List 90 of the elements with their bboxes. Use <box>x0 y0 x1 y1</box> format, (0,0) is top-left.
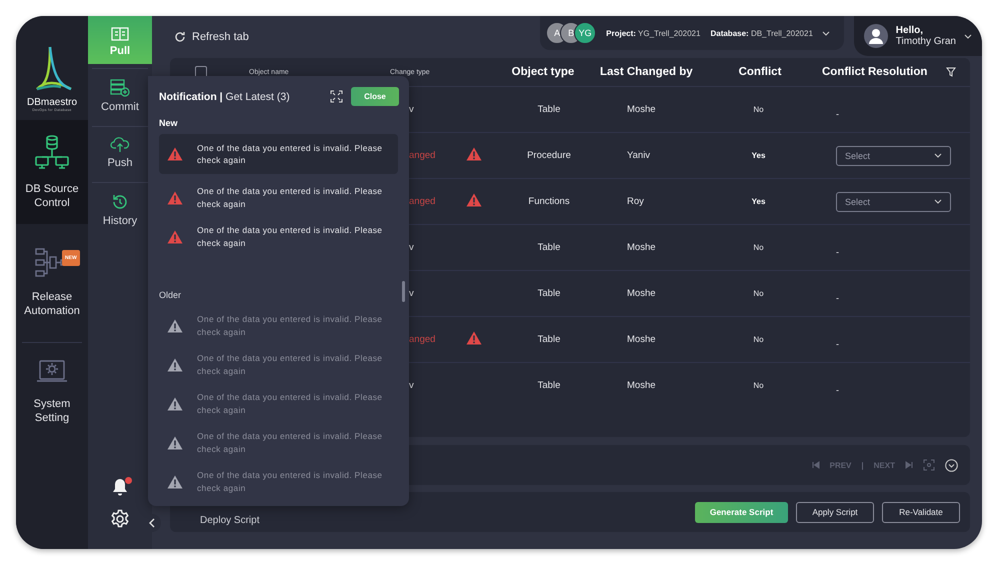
table-cell-text: No <box>752 335 765 344</box>
notification-bell-icon[interactable] <box>110 477 130 497</box>
table-cell-text: Moshe <box>626 242 657 253</box>
chevron-down-icon <box>822 30 830 36</box>
section-heading: Older <box>158 289 182 302</box>
table-cell-text: Table <box>536 380 562 391</box>
warning-icon <box>167 396 183 410</box>
sidebar-item[interactable]: DB Source Control <box>16 120 88 224</box>
table-cell-text: Table <box>536 242 562 253</box>
database-dropdown[interactable]: Database: DB_Trell_202021 <box>710 28 830 38</box>
table-cell-text: v <box>409 104 415 115</box>
split-panel-icon <box>111 27 129 41</box>
warning-icon <box>167 474 183 488</box>
first-page-icon[interactable] <box>812 461 820 469</box>
chevron-down-icon <box>934 153 942 158</box>
table-cell-text: No <box>752 289 765 298</box>
user-menu[interactable]: Hello, Timothy Gran <box>854 16 982 56</box>
table-cell-text: anged <box>409 150 436 161</box>
table-cell-text: v <box>409 242 415 253</box>
column-header: Object type <box>510 66 576 78</box>
table-cell-text: No <box>752 243 765 252</box>
warning-icon <box>167 147 183 161</box>
section-heading: New <box>158 117 179 130</box>
settings-icon[interactable] <box>110 509 130 529</box>
notification-item[interactable]: One of the data you entered is invalid. Please check again <box>159 134 398 174</box>
last-page-icon[interactable] <box>905 461 913 469</box>
table-cell-text: - <box>836 292 839 302</box>
table-cell-text: Table <box>536 334 562 345</box>
notification-item[interactable]: One of the data you entered is invalid. Please check again <box>159 462 398 501</box>
sidebar-item[interactable]: System Setting <box>22 342 82 439</box>
notification-item[interactable]: One of the data you entered is invalid. Please check again <box>159 178 398 217</box>
table-cell-text: v <box>409 288 415 299</box>
warning-icon <box>167 230 183 244</box>
database-network-icon <box>34 134 70 170</box>
filter-icon[interactable] <box>946 67 956 77</box>
column-header: Last Changed by <box>600 66 694 78</box>
table-cell-text: - <box>836 338 839 348</box>
resolution-select[interactable]: Select <box>836 146 951 166</box>
notification-item[interactable]: One of the data you entered is invalid. Please check again <box>159 384 398 423</box>
notification-item[interactable]: One of the data you entered is invalid. Please check again <box>159 345 398 384</box>
deploy-script-title: Deploy Script <box>200 515 260 528</box>
warning-icon <box>167 358 183 372</box>
table-cell-text: Yaniv <box>626 150 652 161</box>
table-cell-text: - <box>836 246 839 256</box>
history-icon <box>111 193 129 211</box>
table-cell-text: Procedure <box>526 150 572 161</box>
table-cell-text: Yes <box>750 151 766 160</box>
project-label: Project: YG_Trell_202021 <box>606 28 700 38</box>
warning-icon <box>466 147 482 161</box>
table-cell-text: Yes <box>750 197 766 206</box>
script-action-button[interactable]: Apply Script <box>796 502 874 522</box>
refresh-icon <box>174 31 186 43</box>
warning-icon <box>167 436 183 450</box>
table-cell-text: Roy <box>626 196 645 207</box>
table-cell-text: - <box>836 108 839 118</box>
chevron-down-icon <box>964 34 972 38</box>
column-header: Conflict <box>738 66 782 78</box>
warning-icon <box>167 190 183 204</box>
column-header: Conflict Resolution <box>821 66 928 78</box>
chevron-down-circle-icon[interactable] <box>945 458 958 472</box>
table-cell-text: Table <box>536 104 562 115</box>
user-avatar: YG <box>574 22 596 44</box>
pager-separator: | <box>861 460 864 470</box>
chevron-down-icon <box>934 199 942 204</box>
table-cell-text: Moshe <box>626 104 657 115</box>
table-cell-text: anged <box>409 196 436 207</box>
resolution-select[interactable]: Select <box>836 192 951 212</box>
script-action-button[interactable]: Re-Validate <box>882 502 960 522</box>
table-cell-text: Table <box>536 288 562 299</box>
refresh-tab-button[interactable]: Refresh tab <box>174 31 249 43</box>
warning-icon <box>466 331 482 345</box>
avatar-silhouette-icon <box>864 24 888 48</box>
table-cell-text: Moshe <box>626 380 657 391</box>
server-plus-icon <box>110 79 130 97</box>
notification-title: Notification | Get Latest (3) <box>159 90 291 102</box>
warning-icon <box>167 318 183 332</box>
table-cell-text: No <box>752 381 765 390</box>
notification-item[interactable]: One of the data you entered is invalid. Please check again <box>159 306 398 345</box>
table-cell-text: Functions <box>527 196 571 207</box>
notification-item[interactable]: One of the data you entered is invalid. Please check again <box>159 423 398 462</box>
table-cell-text: anged <box>409 334 436 345</box>
table-cell-text: - <box>836 384 839 394</box>
table-cell-text: Moshe <box>626 334 657 345</box>
table-cell-text: v <box>409 380 415 391</box>
cloud-upload-icon <box>110 137 130 153</box>
table-cell-text: No <box>752 105 765 114</box>
notification-item[interactable]: One of the data you entered is invalid. Please check again <box>159 217 398 256</box>
brand-name: DBmaestro <box>26 97 77 108</box>
table-cell-text: Moshe <box>626 288 657 299</box>
warning-icon <box>466 193 482 207</box>
